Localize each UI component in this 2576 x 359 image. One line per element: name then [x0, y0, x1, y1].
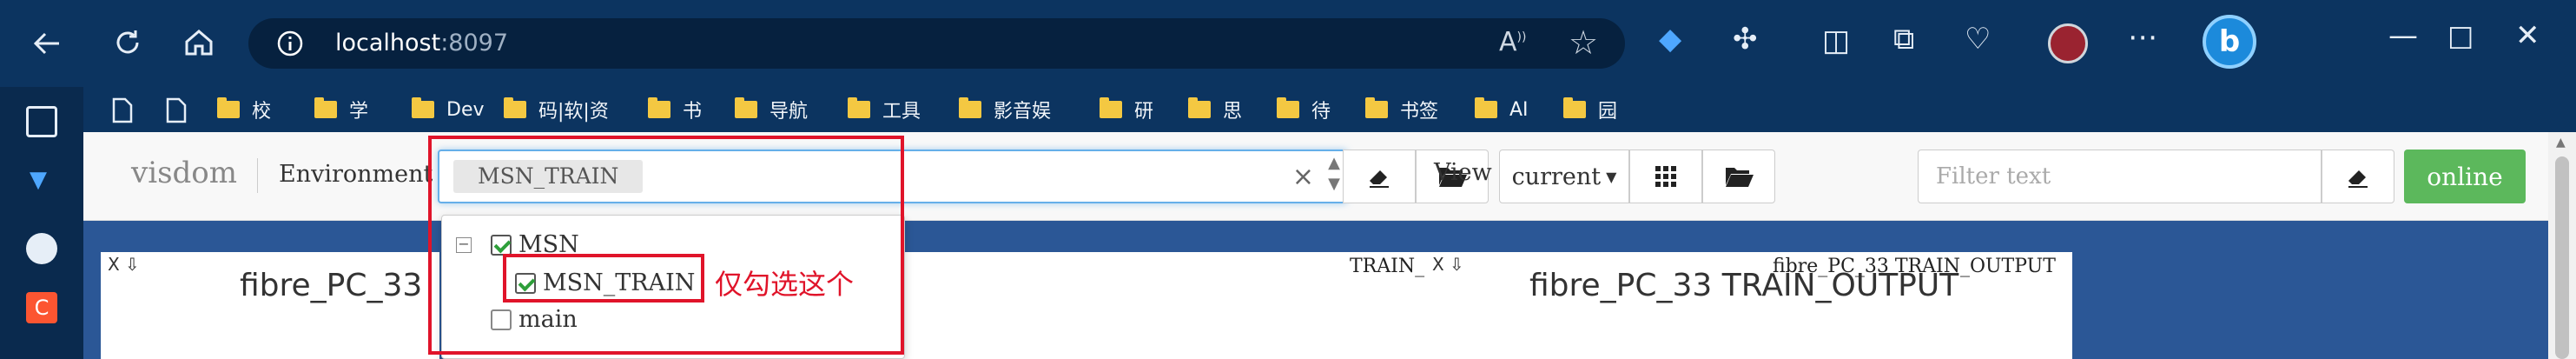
environment-label: Environment: [279, 161, 433, 188]
folder-icon: [504, 97, 526, 118]
collections-icon[interactable]: ⧉: [1893, 24, 1914, 54]
folder-icon: [735, 97, 757, 118]
plot-pane[interactable]: X ⇩ fibre_PC_33: [101, 252, 439, 359]
minimize-icon[interactable]: —: [2388, 21, 2418, 50]
back-arrow-icon[interactable]: [31, 28, 63, 59]
online-status-button[interactable]: online: [2404, 150, 2526, 203]
folder-icon: [1277, 97, 1299, 118]
favorite-folder[interactable]: 码|软|资: [504, 87, 609, 132]
favorite-folder[interactable]: 影音娱: [959, 87, 1051, 132]
visdom-navbar: visdom Environment MSN_TRAIN × ▲ ▼ View c…: [83, 132, 2548, 221]
environment-select[interactable]: MSN_TRAIN × ▲ ▼: [438, 150, 1347, 203]
tree-label: MSN: [519, 231, 579, 258]
favorite-folder[interactable]: AI: [1475, 87, 1529, 132]
clear-env-button[interactable]: [1343, 150, 1416, 203]
browser-title-bar: localhost:8097 A)) ☆ ◆ ✣ ◫ ⧉ ♡ ⋯ b — ☐ ✕: [0, 0, 2576, 87]
page-icon[interactable]: [165, 97, 188, 123]
favorite-folder[interactable]: 研: [1100, 87, 1153, 132]
checkbox-main[interactable]: [491, 309, 512, 330]
view-select[interactable]: current ▼: [1499, 150, 1629, 203]
favorite-folder[interactable]: 校: [217, 87, 271, 132]
folder-icon: [412, 97, 434, 118]
csdn-icon[interactable]: C: [26, 292, 57, 323]
scrollbar-thumb[interactable]: [2555, 156, 2569, 359]
folder-icon: [648, 97, 670, 118]
favorite-folder[interactable]: 工具: [848, 87, 921, 132]
eraser-icon: [1370, 170, 1389, 188]
plot-title: fibre_PC_33 TRAIN_OUTPUT: [1529, 268, 1959, 303]
folder-icon: [1100, 97, 1122, 118]
divider: [257, 158, 258, 193]
copilot-icon[interactable]: b: [2203, 15, 2256, 69]
tree-item-main[interactable]: main: [491, 306, 578, 333]
annotation-note: 仅勾选这个: [715, 268, 855, 301]
split-screen-icon[interactable]: ◫: [1822, 26, 1850, 56]
extensions-icon[interactable]: ◆: [1659, 24, 1681, 54]
pane-title: fibre_PC_33: [240, 268, 423, 303]
favorite-folder[interactable]: 待: [1277, 87, 1331, 132]
plot-pane[interactable]: TRAIN_INPUT: [898, 252, 1497, 359]
favorite-folder[interactable]: Dev: [412, 87, 485, 132]
clear-filter-button[interactable]: [2322, 150, 2394, 203]
select-arrows-icon[interactable]: ▲ ▼: [1328, 153, 1340, 195]
puzzle-icon[interactable]: ✣: [1733, 24, 1758, 54]
favorite-folder[interactable]: 思: [1188, 87, 1242, 132]
read-aloud-icon[interactable]: A)): [1499, 27, 1526, 57]
folder-icon: [1188, 97, 1211, 118]
health-icon[interactable]: ♡: [1965, 24, 1991, 54]
folder-icon: [314, 97, 337, 118]
tree-label: main: [519, 306, 578, 333]
favorite-folder[interactable]: 书签: [1365, 87, 1438, 132]
eraser-icon: [2348, 170, 2368, 188]
checkbox-msn-train[interactable]: [515, 272, 536, 294]
folder-icon: [1563, 97, 1586, 118]
favorite-folder[interactable]: 导航: [735, 87, 808, 132]
favorite-folder[interactable]: 学: [314, 87, 368, 132]
folder-icon: [1475, 97, 1497, 118]
maximize-icon[interactable]: ☐: [2447, 24, 2474, 54]
tree-label: MSN_TRAIN: [543, 269, 696, 296]
url-text: localhost:8097: [335, 30, 509, 57]
selected-env-chip[interactable]: MSN_TRAIN: [453, 160, 644, 193]
more-options-icon[interactable]: ⋯: [2128, 23, 2157, 52]
home-icon[interactable]: [182, 26, 215, 59]
pane-controls[interactable]: X ⇩: [108, 254, 140, 275]
github-icon[interactable]: [26, 233, 57, 264]
collapse-icon[interactable]: −: [456, 236, 472, 253]
grid-icon: [1655, 166, 1676, 187]
site-info-icon[interactable]: [276, 30, 304, 57]
checkbox-msn[interactable]: [491, 234, 512, 256]
scroll-up-icon[interactable]: ▲: [2556, 136, 2566, 150]
folder-open-icon: [1726, 168, 1754, 187]
favorite-folder[interactable]: 书: [648, 87, 702, 132]
visdom-logo[interactable]: visdom: [131, 156, 237, 190]
favorite-star-icon[interactable]: ☆: [1569, 23, 1598, 62]
browser-sidebar: ▼ C: [0, 87, 83, 359]
profile-avatar[interactable]: [2048, 23, 2088, 63]
address-bar[interactable]: localhost:8097 A)) ☆: [248, 18, 1625, 69]
tree-parent[interactable]: − MSN: [456, 231, 579, 258]
favorite-folder[interactable]: 园: [1563, 87, 1617, 132]
grid-layout-button[interactable]: [1629, 150, 1702, 203]
pane-controls[interactable]: X ⇩: [1432, 254, 1464, 275]
tree-child[interactable]: MSN_TRAIN: [515, 269, 695, 296]
refresh-icon[interactable]: [111, 26, 144, 59]
clear-selection-icon[interactable]: ×: [1292, 162, 1314, 192]
favorites-bar: 校 学 Dev 码|软|资 书 导航 工具 影音娱 研 思 待 书签 AI 园: [83, 87, 2576, 132]
caret-down-icon: ▼: [1606, 168, 1617, 185]
tab-actions-icon[interactable]: [26, 106, 57, 137]
page-icon[interactable]: [111, 97, 134, 123]
drop-icon[interactable]: ▼: [30, 167, 47, 193]
filter-input[interactable]: Filter text: [1918, 150, 2322, 203]
folder-icon: [1365, 97, 1388, 118]
folder-icon: [848, 97, 870, 118]
close-window-icon[interactable]: ✕: [2515, 21, 2540, 50]
manage-view-button[interactable]: [1702, 150, 1775, 203]
page-scrollbar[interactable]: ▲: [2548, 132, 2576, 359]
view-label: View: [1434, 159, 1492, 186]
folder-icon: [217, 97, 240, 118]
plot-pane[interactable]: X ⇩ fibre_PC_33 TRAIN_OUTPUT fibre_PC_33…: [1425, 252, 2072, 359]
folder-icon: [959, 97, 981, 118]
